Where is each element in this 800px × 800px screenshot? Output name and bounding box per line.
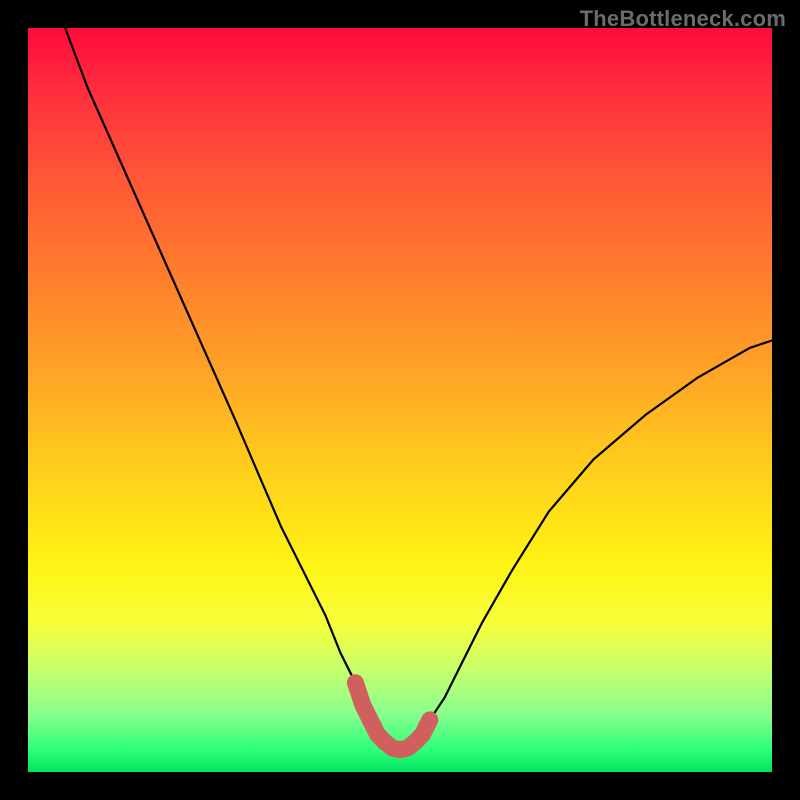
plot-area <box>28 28 772 772</box>
chart-frame: TheBottleneck.com <box>0 0 800 800</box>
optimal-range-highlight <box>355 683 429 750</box>
watermark-text: TheBottleneck.com <box>580 6 786 32</box>
bottleneck-curve <box>28 28 772 772</box>
curve-path <box>65 28 772 750</box>
